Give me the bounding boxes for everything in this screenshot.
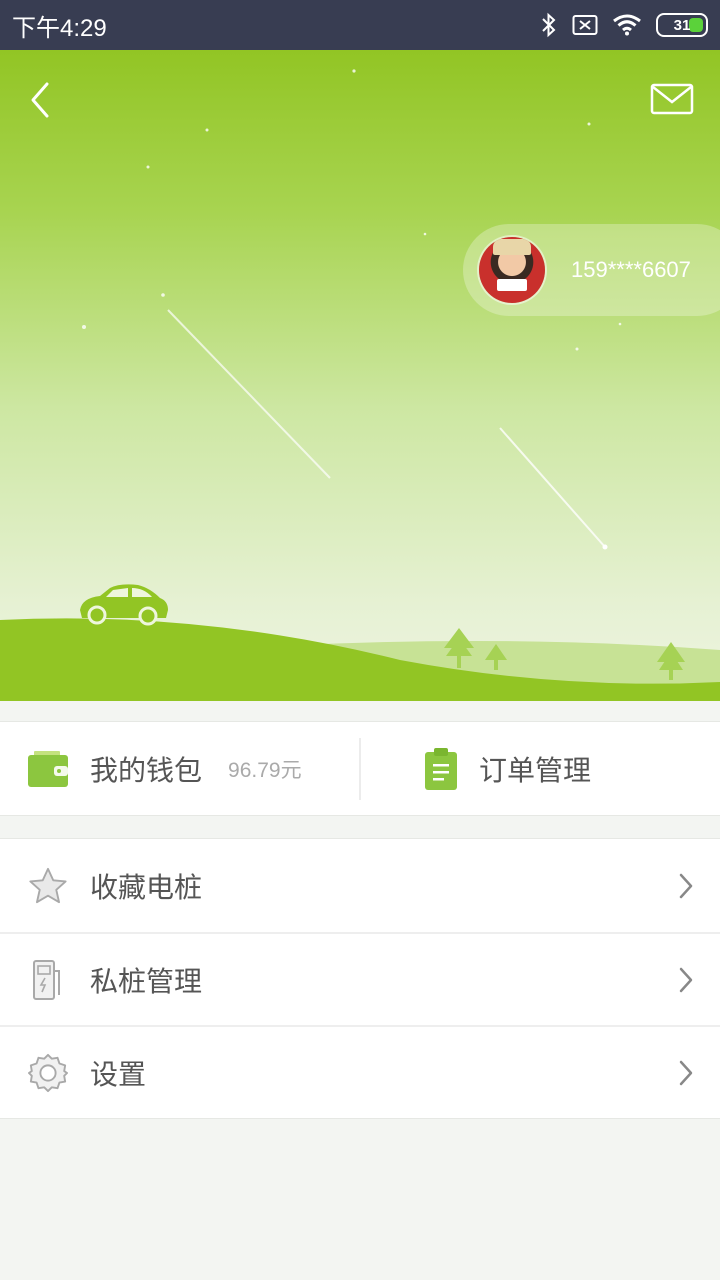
menu-item-private-pile[interactable]: 私桩管理: [0, 932, 720, 1025]
sim-x-icon: [572, 15, 598, 35]
battery-level: 31: [673, 16, 691, 34]
wallet-label: 我的钱包: [90, 753, 203, 787]
back-arrow-icon: [31, 82, 49, 118]
chevron-right-icon: [679, 1060, 693, 1085]
menu-item-label: 设置: [90, 1057, 147, 1091]
header-landscape-illustration: [0, 69, 720, 701]
user-profile-pill[interactable]: 159****6607: [463, 224, 720, 316]
user-phone: 159****6607: [571, 257, 691, 282]
chevron-right-icon: [679, 873, 693, 898]
back-button[interactable]: [22, 80, 58, 120]
menu-list: 收藏电桩 私桩管理 设置: [0, 838, 720, 1119]
charger-pile-icon: [33, 959, 60, 1000]
profile-header: 159****6607: [0, 50, 720, 701]
status-bar: 下午4:29 31: [0, 0, 720, 50]
avatar[interactable]: [479, 237, 545, 303]
wallet-balance: 96.79元: [228, 758, 302, 782]
orders-button[interactable]: 订单管理: [323, 722, 720, 815]
mail-icon: [650, 83, 694, 115]
star-icon: [29, 867, 67, 903]
status-icons: 31: [540, 12, 708, 38]
menu-item-label: 私桩管理: [90, 964, 203, 998]
status-time: 下午4:29: [12, 14, 107, 42]
messages-button[interactable]: [650, 82, 694, 116]
menu-item-label: 收藏电桩: [90, 870, 203, 904]
wallet-button[interactable]: 我的钱包 96.79元: [0, 722, 323, 815]
menu-item-settings[interactable]: 设置: [0, 1025, 720, 1118]
menu-item-favorites[interactable]: 收藏电桩: [0, 839, 720, 932]
bluetooth-icon: [542, 12, 556, 38]
clipboard-icon: [425, 747, 457, 790]
orders-label: 订单管理: [479, 753, 592, 787]
chevron-right-icon: [679, 967, 693, 992]
wifi-icon: [613, 14, 641, 36]
battery-icon: 31: [656, 13, 708, 37]
wallet-icon: [28, 750, 68, 787]
quick-actions-card: 我的钱包 96.79元 订单管理: [0, 721, 720, 816]
gear-icon: [28, 1053, 68, 1092]
